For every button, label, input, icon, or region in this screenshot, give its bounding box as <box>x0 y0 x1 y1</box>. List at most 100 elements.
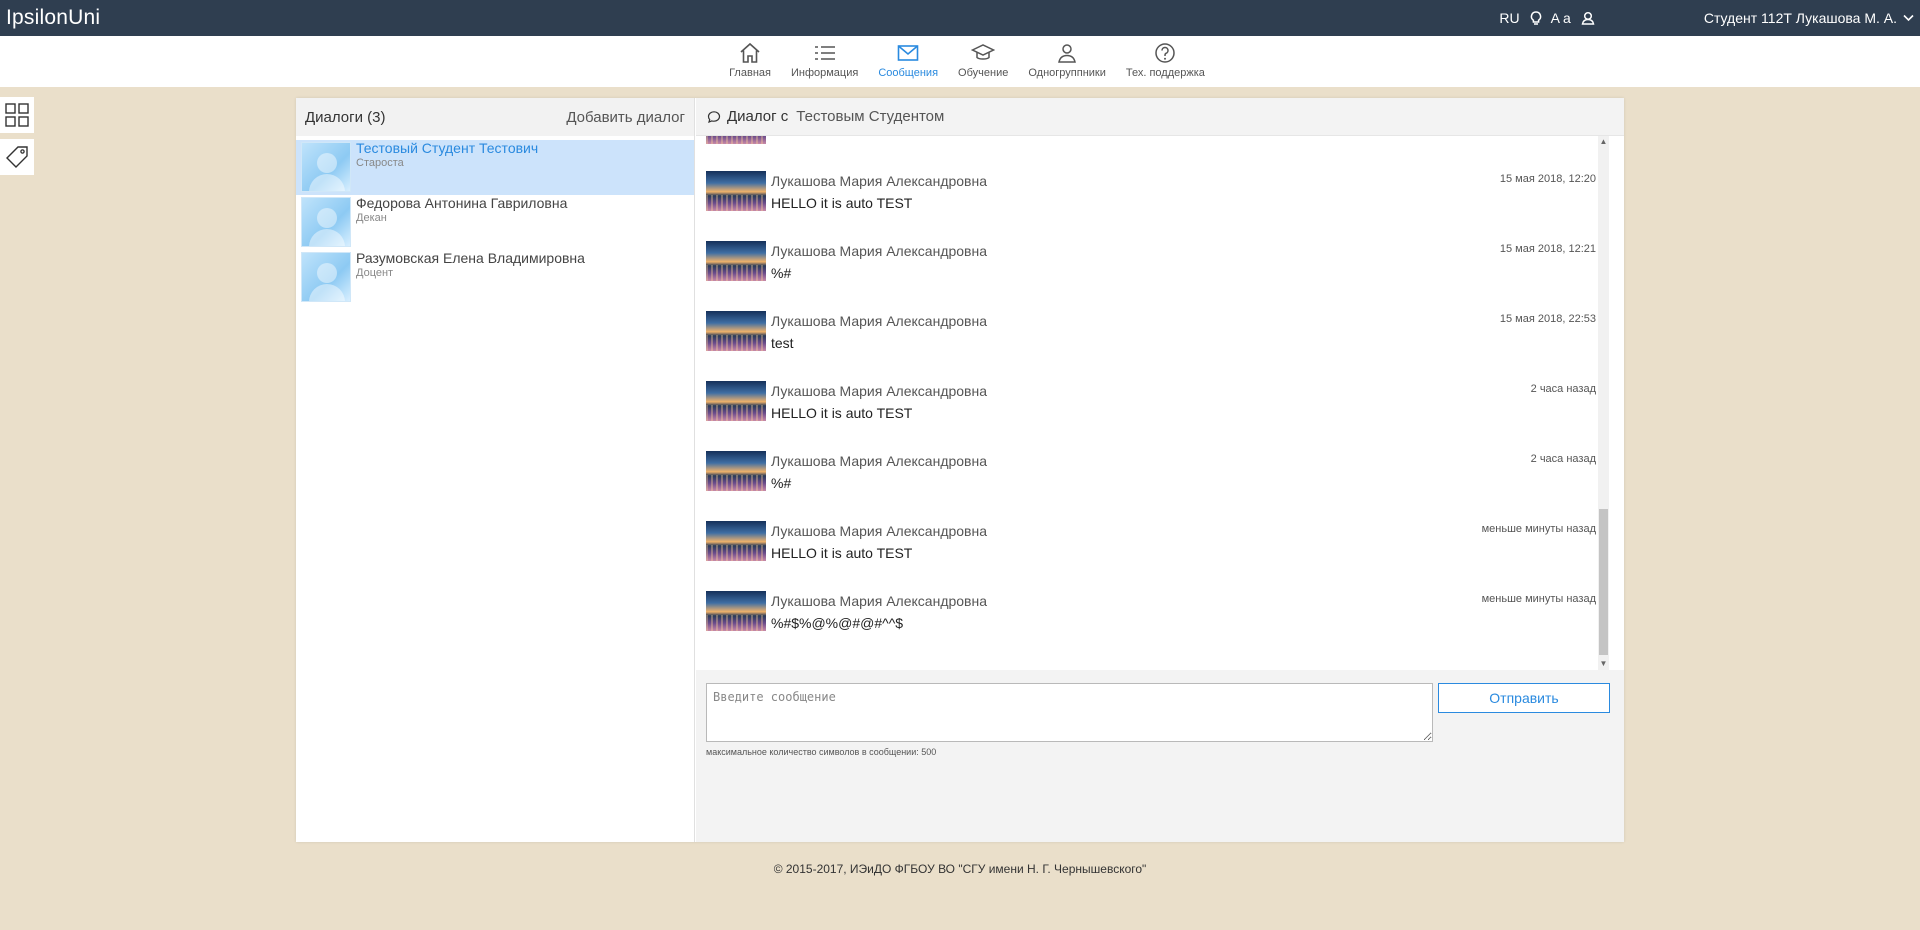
nav-classmates[interactable]: Одногруппники <box>1018 36 1116 87</box>
top-bar: IpsilonUni RU A a Студент 112Т Лукашова … <box>0 0 1920 36</box>
dialog-role: Декан <box>356 212 387 224</box>
message-time: 15 мая 2018, 22:53 <box>1499 313 1596 325</box>
sender-avatar <box>706 451 766 491</box>
graduation-cap-icon <box>971 44 996 60</box>
scroll-up-icon[interactable]: ▲ <box>1598 136 1609 148</box>
nav-support[interactable]: Тех. поддержка <box>1116 36 1215 87</box>
dialog-item[interactable]: Разумовская Елена Владимировна Доцент <box>296 250 694 305</box>
dialogs-header: Диалоги (3) Добавить диалог <box>296 98 694 136</box>
user-name: Студент 112Т Лукашова М. А. <box>1703 10 1897 26</box>
avatar <box>301 252 351 302</box>
chevron-down-icon <box>1903 14 1914 22</box>
conversation-label: Диалог с <box>727 108 789 125</box>
conversation-column: Диалог с Тестовым Студентом Лукашова Мар… <box>696 98 1624 842</box>
nav-learning[interactable]: Обучение <box>948 36 1018 87</box>
message-author: Лукашова Мария Александровна <box>771 383 988 399</box>
message-time: 2 часа назад <box>1530 383 1596 395</box>
message-author: Лукашова Мария Александровна <box>771 453 988 469</box>
grid-icon <box>5 103 29 127</box>
message-item: Лукашова Мария Александровна меньше мину… <box>706 521 1596 581</box>
nav-messages[interactable]: Сообщения <box>868 36 948 87</box>
avatar <box>301 142 351 192</box>
tag-icon <box>6 146 28 168</box>
avatar <box>301 197 351 247</box>
user-icon[interactable] <box>1581 11 1595 25</box>
character-limit-hint: максимальное количество символов в сообщ… <box>706 747 937 757</box>
nav-learning-label: Обучение <box>958 67 1009 79</box>
chat-bubbles-icon <box>707 110 721 123</box>
sender-avatar <box>706 171 766 211</box>
nav-information-label: Информация <box>790 67 859 79</box>
language-switch[interactable]: RU <box>1499 10 1519 26</box>
nav-support-label: Тех. поддержка <box>1125 67 1205 79</box>
dialog-name: Разумовская Елена Владимировна <box>356 250 585 266</box>
user-menu[interactable]: Студент 112Т Лукашова М. А. <box>1704 10 1914 26</box>
dialog-name: Тестовый Студент Тестович <box>356 140 539 156</box>
font-size-toggle[interactable]: A a <box>1551 10 1571 26</box>
main-nav: Главная Информация Сообщения Обучение Од… <box>0 36 1920 87</box>
dialog-role: Доцент <box>356 267 394 279</box>
message-text: HELLO it is auto TEST <box>771 195 913 211</box>
message-input[interactable] <box>706 683 1433 742</box>
dialog-item[interactable]: Тестовый Студент Тестович Староста <box>296 140 694 195</box>
message-item: Лукашова Мария Александровна меньше мину… <box>706 591 1596 651</box>
conversation-header: Диалог с Тестовым Студентом <box>696 98 1624 136</box>
nav-classmates-label: Одногруппники <box>1028 67 1106 79</box>
nav-home[interactable]: Главная <box>719 36 781 87</box>
message-text: HELLO it is auto TEST <box>771 405 913 421</box>
message-author: Лукашова Мария Александровна <box>771 523 988 539</box>
scroll-down-icon[interactable]: ▼ <box>1598 658 1609 670</box>
message-text: test <box>771 335 794 351</box>
message-time: меньше минуты назад <box>1481 593 1596 605</box>
message-time: 2 часа назад <box>1530 453 1596 465</box>
message-item: Лукашова Мария Александровна 15 мая 2018… <box>706 311 1596 371</box>
people-icon <box>1058 44 1077 63</box>
dialogs-title: Диалоги (3) <box>305 108 386 126</box>
dialog-item[interactable]: Федорова Антонина Гавриловна Декан <box>296 195 694 250</box>
message-item: Лукашова Мария Александровна 2 часа наза… <box>706 381 1596 441</box>
message-author: Лукашова Мария Александровна <box>771 313 988 329</box>
message-item: Лукашова Мария Александровна 15 мая 2018… <box>706 171 1596 231</box>
send-button[interactable]: Отправить <box>1438 683 1610 713</box>
messages-panel: Диалоги (3) Добавить диалог Тестовый Сту… <box>296 98 1624 842</box>
sender-avatar <box>706 381 766 421</box>
nav-messages-label: Сообщения <box>878 67 939 79</box>
message-scrollbar[interactable]: ▲ ▼ <box>1598 136 1609 670</box>
sender-avatar <box>706 591 766 631</box>
message-time: 15 мая 2018, 12:21 <box>1499 243 1596 255</box>
message-item-partial <box>706 136 1596 164</box>
scrollbar-thumb[interactable] <box>1599 509 1608 655</box>
dialog-role: Староста <box>356 157 404 169</box>
envelope-icon <box>897 45 919 61</box>
message-item: Лукашова Мария Александровна 2 часа наза… <box>706 451 1596 511</box>
home-icon <box>740 42 760 63</box>
nav-information[interactable]: Информация <box>781 36 868 87</box>
dialog-name: Федорова Антонина Гавриловна <box>356 195 568 211</box>
message-time: меньше минуты назад <box>1481 523 1596 535</box>
message-text: HELLO it is auto TEST <box>771 545 913 561</box>
message-author: Лукашова Мария Александровна <box>771 243 988 259</box>
grid-tile-button[interactable] <box>0 97 34 133</box>
message-text: %# <box>771 475 792 491</box>
message-time: 15 мая 2018, 12:20 <box>1499 173 1596 185</box>
sender-avatar <box>706 136 766 144</box>
sender-avatar <box>706 521 766 561</box>
lightbulb-icon[interactable] <box>1530 10 1542 26</box>
tag-tile-button[interactable] <box>0 139 34 175</box>
list-icon <box>814 46 835 60</box>
message-author: Лукашова Мария Александровна <box>771 173 988 189</box>
brand-logo[interactable]: IpsilonUni <box>6 6 100 30</box>
help-icon <box>1155 43 1176 63</box>
message-author: Лукашова Мария Александровна <box>771 593 988 609</box>
message-list[interactable]: Лукашова Мария Александровна 15 мая 2018… <box>696 136 1624 670</box>
sender-avatar <box>706 241 766 281</box>
conversation-partner: Тестовым Студентом <box>796 108 945 125</box>
message-text: %#$%@%@#@#^^$ <box>771 615 904 631</box>
message-text: %# <box>771 265 792 281</box>
top-right-controls: RU A a Студент 112Т Лукашова М. А. <box>1499 10 1914 26</box>
nav-home-label: Главная <box>729 67 771 79</box>
message-item: Лукашова Мария Александровна 15 мая 2018… <box>706 241 1596 301</box>
add-dialog-link[interactable]: Добавить диалог <box>566 109 685 126</box>
footer-copyright: © 2015-2017, ИЭиДО ФГБОУ ВО "СГУ имени Н… <box>773 862 1147 876</box>
sender-avatar <box>706 311 766 351</box>
